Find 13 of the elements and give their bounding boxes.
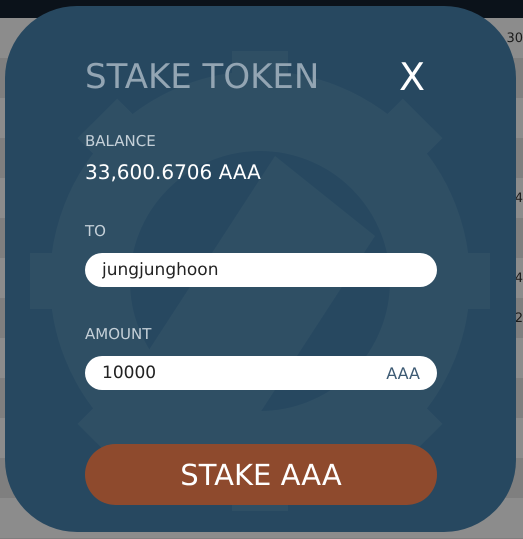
close-button[interactable]: X: [398, 58, 437, 96]
dialog-title: STAKE TOKEN: [85, 57, 320, 97]
balance-label: BALANCE: [85, 132, 157, 150]
table-cell: 4: [514, 190, 523, 206]
recipient-field[interactable]: jungjunghoon: [85, 253, 437, 287]
table-cell: 30: [506, 30, 523, 46]
unit-label: AAA: [386, 364, 420, 383]
table-cell: 4: [514, 270, 523, 286]
amount-label: AMOUNT: [85, 325, 152, 343]
to-label: TO: [85, 222, 107, 240]
balance-value: 33,600.6706 AAA: [85, 160, 262, 184]
stake-button[interactable]: STAKE AAA: [85, 444, 437, 505]
table-cell: 2: [514, 310, 523, 326]
